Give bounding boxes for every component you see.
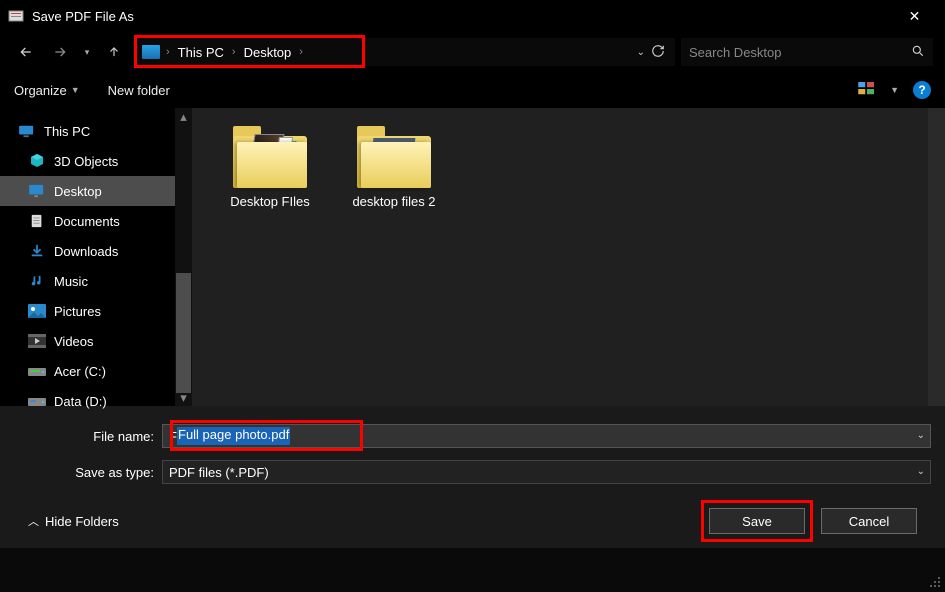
hide-folders-button[interactable]: ︿ Hide Folders [28,513,119,529]
sidebar-item-drive-d[interactable]: Data (D:) [0,386,192,416]
view-dropdown-caret-icon[interactable]: ▼ [890,85,899,95]
organize-button[interactable]: Organize ▼ [14,83,80,98]
resize-grip[interactable] [929,576,943,590]
organize-label: Organize [14,83,67,98]
search-input[interactable] [689,45,911,60]
new-folder-button[interactable]: New folder [108,83,170,98]
refresh-icon[interactable] [651,44,665,61]
3d-objects-icon [28,153,46,169]
app-icon [8,8,24,24]
nav-forward-button[interactable] [46,38,74,66]
filename-input[interactable]: Full page photo.pdf [162,424,931,448]
folder-icon [231,124,309,188]
view-options-button[interactable] [858,82,876,98]
sidebar-item-this-pc[interactable]: This PC [0,116,192,146]
scroll-down-icon[interactable]: ▾ [178,392,189,403]
videos-icon [28,333,46,349]
sidebar-item-label: Downloads [54,244,118,259]
cancel-button[interactable]: Cancel [821,508,917,534]
drive-icon [28,363,46,379]
drive-icon [28,393,46,409]
new-folder-label: New folder [108,83,170,98]
toolbar: Organize ▼ New folder ▼ ? [0,72,945,108]
sidebar-item-downloads[interactable]: Downloads [0,236,192,266]
saveastype-label: Save as type: [14,465,162,480]
sidebar-item-label: Documents [54,214,120,229]
nav-back-button[interactable] [12,38,40,66]
address-dropdown-icon[interactable]: ⌄ [637,47,645,58]
folder-item[interactable]: desktop files 2 [344,124,444,390]
breadcrumb-this-pc[interactable]: This PC [172,43,230,62]
sidebar-item-3d-objects[interactable]: 3D Objects [0,146,192,176]
sidebar-item-pictures[interactable]: Pictures [0,296,192,326]
sidebar-item-label: 3D Objects [54,154,118,169]
dropdown-caret-icon: ▼ [71,85,80,95]
chevron-right-icon[interactable]: › [164,46,172,58]
close-button[interactable]: ✕ [892,0,937,32]
scroll-up-icon[interactable]: ▴ [178,111,189,122]
sidebar-item-label: Pictures [54,304,101,319]
folder-item[interactable]: Desktop FIles [220,124,320,390]
sidebar-item-videos[interactable]: Videos [0,326,192,356]
desktop-icon [28,183,46,199]
search-icon[interactable] [911,44,925,61]
documents-icon [28,213,46,229]
saveastype-select[interactable]: PDF files (*.PDF) [162,460,931,484]
window-title: Save PDF File As [32,9,892,24]
sidebar-item-label: Videos [54,334,94,349]
downloads-icon [28,243,46,259]
pc-icon [18,123,36,139]
music-icon [28,273,46,289]
search-box[interactable] [681,38,933,66]
nav-recent-dropdown[interactable]: ▾ [80,38,94,66]
chevron-right-icon[interactable]: › [297,46,305,58]
sidebar-item-label: Data (D:) [54,394,107,409]
file-pane[interactable]: Desktop FIles desktop files 2 [192,108,945,406]
sidebar-scrollbar[interactable]: ▴ ▾ [175,108,192,406]
sidebar: This PC 3D Objects Desktop Documents Dow… [0,108,192,406]
sidebar-item-label: Desktop [54,184,102,199]
help-button[interactable]: ? [913,81,931,99]
chevron-up-icon: ︿ [28,513,39,529]
scrollbar-thumb[interactable] [176,273,191,393]
content-scrollbar[interactable] [928,108,945,406]
sidebar-item-label: Acer (C:) [54,364,106,379]
filename-label: File name: [14,429,162,444]
save-button[interactable]: Save [709,508,805,534]
sidebar-item-desktop[interactable]: Desktop [0,176,192,206]
folder-label: Desktop FIles [230,194,309,211]
pc-icon [142,45,160,59]
breadcrumb-desktop[interactable]: Desktop [238,43,298,62]
sidebar-item-drive-c[interactable]: Acer (C:) [0,356,192,386]
hide-folders-label: Hide Folders [45,514,119,529]
footer: ︿ Hide Folders Save Cancel [14,496,931,538]
address-bar[interactable]: › This PC › Desktop › ⌄ [134,38,675,66]
sidebar-item-documents[interactable]: Documents [0,206,192,236]
nav-up-button[interactable] [100,38,128,66]
navbar: ▾ › This PC › Desktop › ⌄ [0,32,945,72]
sidebar-item-music[interactable]: Music [0,266,192,296]
titlebar: Save PDF File As ✕ [0,0,945,32]
chevron-right-icon[interactable]: › [230,46,238,58]
sidebar-item-label: Music [54,274,88,289]
body-pane: This PC 3D Objects Desktop Documents Dow… [0,108,945,406]
pictures-icon [28,303,46,319]
folder-icon [355,124,433,188]
sidebar-item-label: This PC [44,124,90,139]
folder-label: desktop files 2 [352,194,435,211]
bottom-panel: File name: Full page photo.pdf ⌄ Full pa… [0,406,945,548]
